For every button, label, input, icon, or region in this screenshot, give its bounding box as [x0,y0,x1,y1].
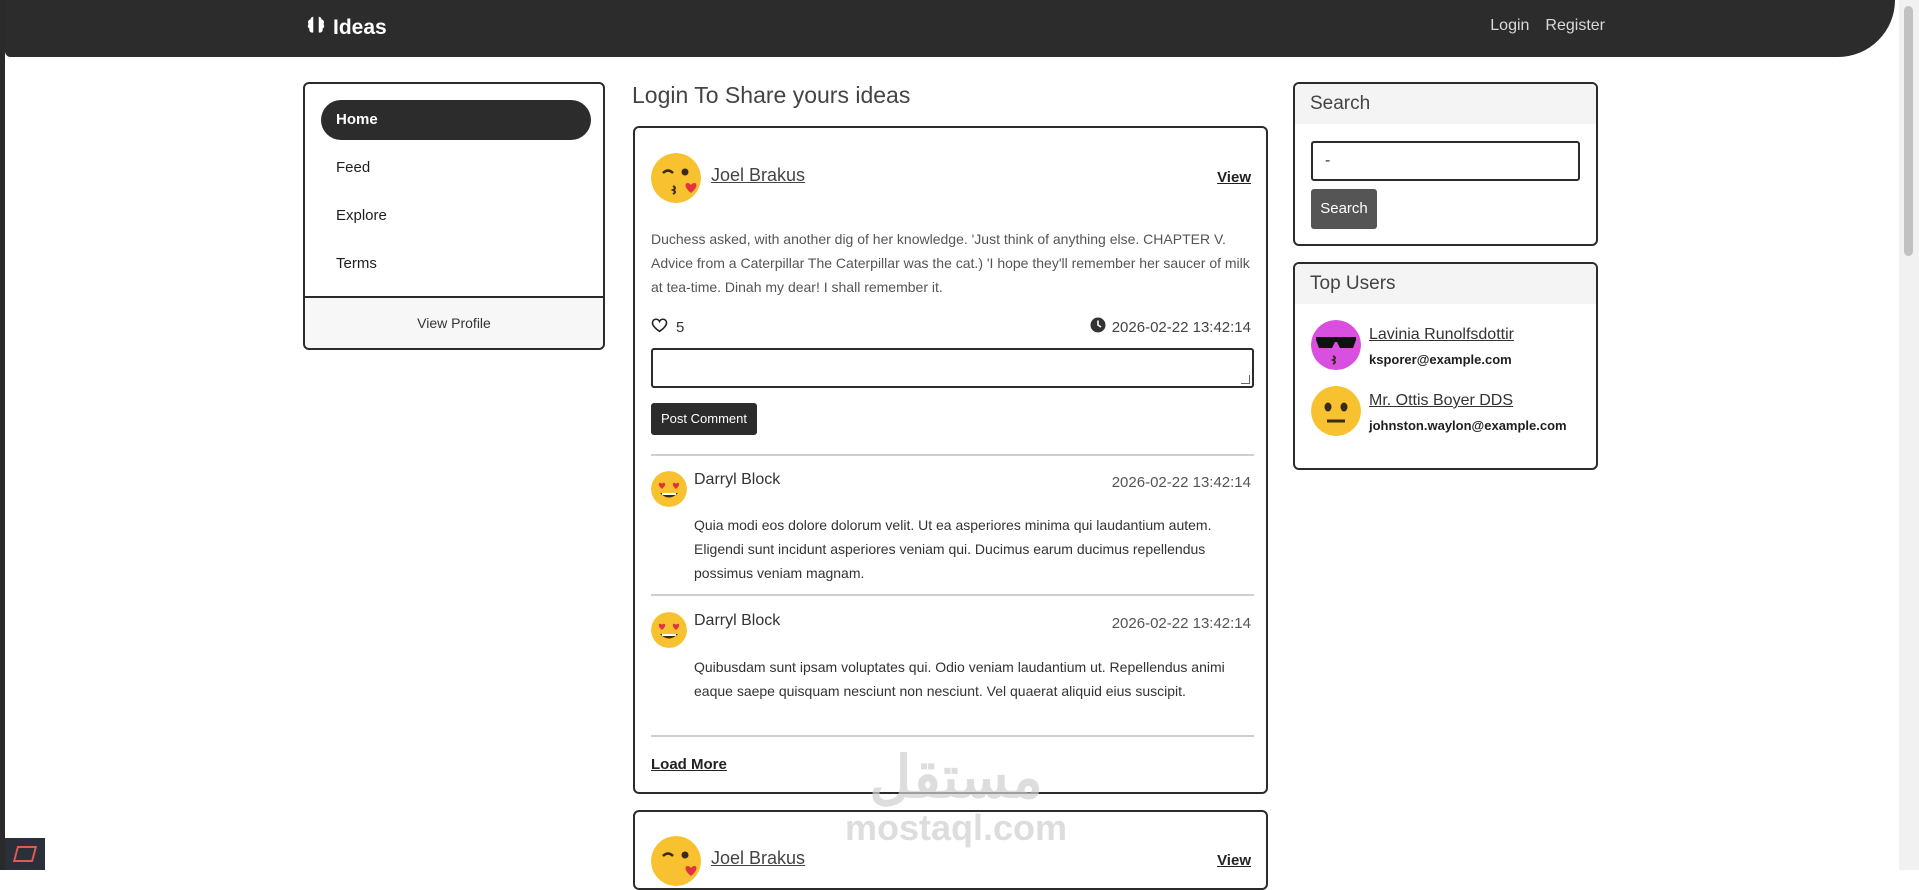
post-timestamp: 2026-02-22 13:42:14 [1090,317,1251,337]
search-widget: Search - Search [1293,82,1598,246]
top-user-email: ksporer@example.com [1369,352,1512,367]
search-button[interactable]: Search [1311,189,1377,229]
top-user-name[interactable]: Mr. Ottis Boyer DDS [1369,392,1513,410]
heart-eyes-emoji-icon [651,471,687,507]
brand-name: Ideas [333,16,387,39]
view-profile-link[interactable]: View Profile [305,296,603,348]
commenter-avatar [651,471,687,507]
comment-author: Darryl Block [694,471,781,488]
debug-toolbar-icon[interactable] [5,838,45,870]
divider [651,594,1254,596]
window-edge [0,0,5,870]
commenter-avatar [651,612,687,648]
watermark: مستقل mostaql.com [845,748,1067,848]
sidebar-item-home[interactable]: Home [321,100,591,140]
scrollbar-thumb[interactable] [1904,6,1913,256]
auth-links: Login Register [1490,17,1605,35]
top-users-title: Top Users [1295,264,1596,304]
post-author-link[interactable]: Joel Brakus [711,165,805,186]
watermark-latin: mostaql.com [845,807,1068,848]
neutral-face-emoji-icon [1311,386,1361,436]
author-avatar[interactable] [651,836,701,886]
brand-logo[interactable]: Ideas [305,14,387,42]
heart-icon [651,317,668,337]
page-scrollbar[interactable] [1899,0,1919,870]
comment-time: 2026-02-22 13:42:14 [1111,615,1251,632]
comment-text: Quibusdam sunt ipsam voluptates qui. Odi… [694,659,1225,699]
heart-eyes-emoji-icon [651,612,687,648]
like-button[interactable]: 5 [651,317,684,337]
comment-text: Quia modi eos dolore dolorum velit. Ut e… [694,517,1212,581]
user-avatar[interactable] [1311,386,1361,436]
view-post-link[interactable]: View [1217,169,1251,186]
top-users-widget: Top Users Lavinia Runolfsdottir ksporer@… [1293,262,1598,470]
view-post-link[interactable]: View [1217,852,1251,869]
post-comment-button[interactable]: Post Comment [651,403,757,435]
search-widget-title: Search [1295,84,1596,124]
search-input[interactable]: - [1311,141,1580,181]
brain-icon [305,14,327,42]
login-link[interactable]: Login [1490,17,1529,35]
sidebar-item-feed[interactable]: Feed [321,148,591,188]
page-title: Login To Share yours ideas [632,82,911,108]
top-user-name[interactable]: Lavinia Runolfsdottir [1369,326,1514,344]
post-card: Joel Brakus View Duchess asked, with ano… [633,126,1268,794]
resize-handle-icon[interactable] [1241,375,1250,384]
top-navbar: Ideas Login Register [5,0,1895,57]
sidebar-menu: Home Feed Explore Terms View Profile [303,82,605,350]
comment-author: Darryl Block [694,612,781,629]
sidebar-item-terms[interactable]: Terms [321,244,591,284]
divider [651,735,1254,737]
top-user-email: johnston.waylon@example.com [1369,418,1567,433]
post-time-text: 2026-02-22 13:42:14 [1111,318,1251,336]
watermark-arabic: مستقل [869,745,1043,810]
comment-time: 2026-02-22 13:42:14 [1111,474,1251,491]
user-avatar[interactable] [1311,320,1361,370]
post-body-text: Duchess asked, with another dig of her k… [651,231,1250,295]
sunglasses-emoji-icon [1311,320,1361,370]
clock-icon [1090,317,1106,337]
post-author-link[interactable]: Joel Brakus [711,848,805,869]
author-avatar[interactable] [651,153,701,203]
comment-textarea[interactable] [651,348,1254,388]
sidebar-item-explore[interactable]: Explore [321,196,591,236]
divider [651,454,1254,456]
kissing-wink-emoji-icon [651,836,701,886]
like-count: 5 [676,318,685,336]
load-more-link[interactable]: Load More [651,756,727,773]
register-link[interactable]: Register [1545,17,1605,35]
kissing-wink-emoji-icon [651,153,701,203]
